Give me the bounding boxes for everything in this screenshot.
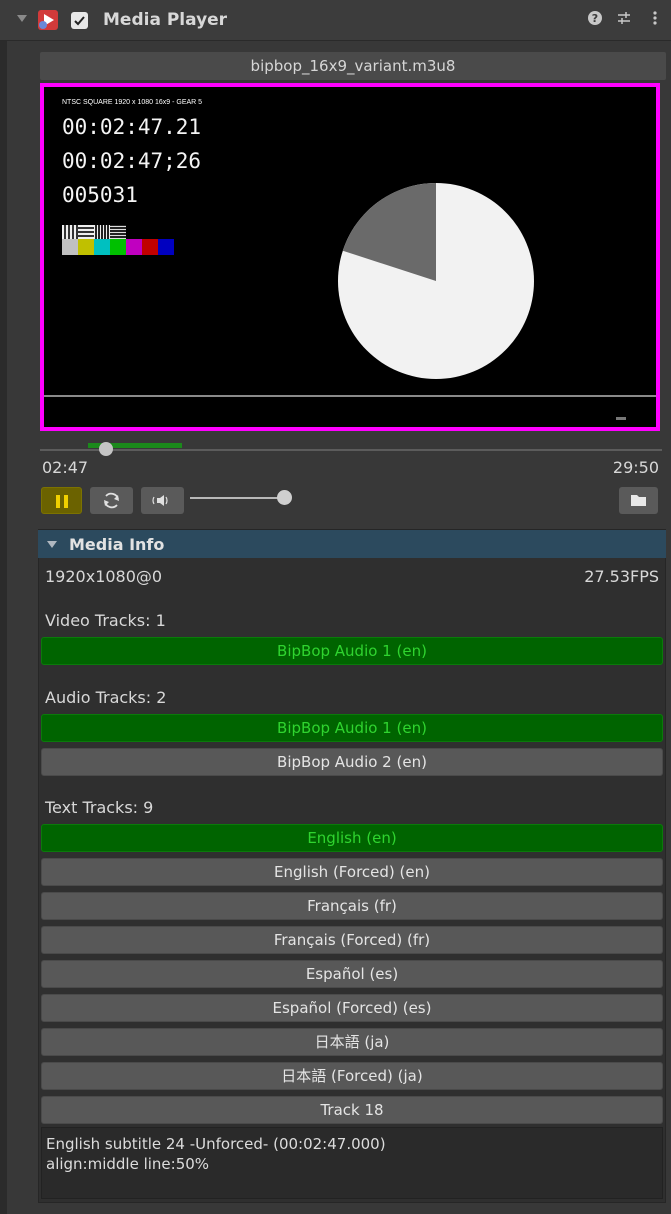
speaker-icon	[152, 495, 168, 506]
source-file-field[interactable]: bipbop_16x9_variant.m3u8	[40, 52, 666, 80]
loop-icon	[104, 492, 119, 509]
duration-time: 29:50	[612, 458, 659, 477]
svg-text:?: ?	[592, 12, 598, 25]
fps-text: 27.53FPS	[584, 567, 659, 586]
text-track-button[interactable]: Track 18	[41, 1096, 663, 1124]
text-track-button[interactable]: Français (Forced) (fr)	[41, 926, 663, 954]
loop-button[interactable]	[90, 487, 133, 514]
subtitle-line: English subtitle 24 -Unforced- (00:02:47…	[46, 1135, 386, 1153]
text-track-button[interactable]: English (Forced) (en)	[41, 858, 663, 886]
audio-track-button[interactable]: BipBop Audio 2 (en)	[41, 748, 663, 776]
media-info-foldout-icon[interactable]	[47, 541, 57, 548]
video-corner-mark	[616, 417, 626, 420]
video-preview: NTSC SQUARE 1920 x 1080 16x9 - GEAR 5 00…	[40, 83, 660, 431]
media-player-component-icon	[37, 9, 59, 31]
current-time: 02:47	[42, 458, 89, 477]
video-frame-counter: 005031	[62, 183, 138, 207]
video-divider-line	[44, 395, 656, 397]
volume-slider[interactable]	[190, 497, 286, 499]
media-info-title: Media Info	[69, 535, 165, 554]
video-timecode-2: 00:02:47;26	[62, 149, 202, 173]
open-file-button[interactable]	[619, 487, 658, 514]
subtitle-line: align:middle line:50%	[46, 1155, 210, 1173]
pause-icon	[56, 495, 68, 508]
video-tracks-label: Video Tracks: 1	[45, 611, 166, 630]
resolution-text: 1920x1080@0	[45, 567, 163, 586]
help-icon[interactable]: ?	[585, 10, 605, 30]
video-timecode-1: 00:02:47.21	[62, 115, 202, 139]
progress-pie-graphic	[338, 183, 534, 379]
audio-tracks-label: Audio Tracks: 2	[45, 688, 167, 707]
folder-icon	[631, 495, 646, 506]
component-enabled-checkbox[interactable]	[71, 12, 88, 29]
seek-handle[interactable]	[99, 442, 113, 456]
component-title: Media Player	[103, 10, 228, 30]
subtitle-display: English subtitle 24 -Unforced- (00:02:47…	[41, 1127, 663, 1199]
foldout-arrow-icon[interactable]	[17, 15, 27, 22]
left-gutter	[0, 41, 7, 1214]
color-bars-graphic	[62, 225, 174, 255]
video-format-text: NTSC SQUARE 1920 x 1080 16x9 - GEAR 5	[62, 99, 203, 106]
text-track-button[interactable]: 日本語 (Forced) (ja)	[41, 1062, 663, 1090]
text-track-button[interactable]: Español (es)	[41, 960, 663, 988]
text-track-button[interactable]: English (en)	[41, 824, 663, 852]
volume-handle[interactable]	[277, 490, 292, 505]
video-track-button[interactable]: BipBop Audio 1 (en)	[41, 637, 663, 665]
presets-icon[interactable]	[614, 10, 634, 30]
kebab-menu-icon[interactable]	[645, 10, 665, 30]
text-track-button[interactable]: 日本語 (ja)	[41, 1028, 663, 1056]
audio-toggle-button[interactable]	[141, 487, 184, 514]
seek-bar[interactable]	[40, 449, 662, 451]
component-header: Media Player ?	[0, 0, 671, 41]
pause-button[interactable]	[41, 487, 82, 514]
text-track-button[interactable]: Français (fr)	[41, 892, 663, 920]
text-tracks-label: Text Tracks: 9	[45, 798, 154, 817]
audio-track-button[interactable]: BipBop Audio 1 (en)	[41, 714, 663, 742]
text-track-button[interactable]: Español (Forced) (es)	[41, 994, 663, 1022]
